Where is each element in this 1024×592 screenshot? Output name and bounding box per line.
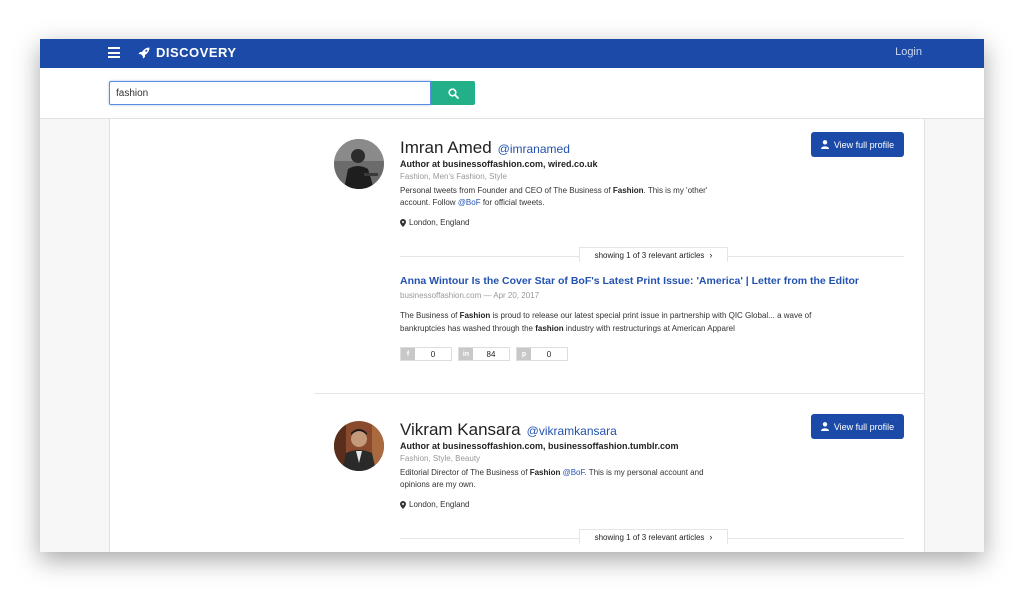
view-full-profile-button[interactable]: View full profile <box>811 414 904 439</box>
search-bar <box>40 68 984 119</box>
author-line: Author at businessoffashion.com, busines… <box>400 441 679 451</box>
filter-sidebar <box>109 119 315 552</box>
facebook-icon: f <box>401 348 415 360</box>
profile-tags: Fashion, Men's Fashion, Style <box>400 172 507 181</box>
article-snippet: The Business of Fashion is proud to rele… <box>400 311 812 333</box>
user-icon <box>820 140 829 149</box>
map-marker-icon <box>400 500 406 509</box>
article-meta: businessoffashion.com — Apr 20, 2017 <box>400 291 540 300</box>
brand-name: DISCOVERY <box>156 45 237 60</box>
profile-handle[interactable]: @imranamed <box>498 142 570 156</box>
bof-mention-link[interactable]: @BoF <box>563 468 585 477</box>
chevron-right-icon: › <box>709 532 713 542</box>
linkedin-icon: in <box>459 348 473 360</box>
profile-bio: Editorial Director of The Business of Fa… <box>400 468 704 489</box>
chevron-right-icon: › <box>709 250 713 260</box>
result-card: Vikram Kansara @vikramkansara Author at b… <box>314 395 925 552</box>
results-list: Imran Amed @imranamed Author at businesso… <box>314 119 925 552</box>
pinterest-share[interactable]: p0 <box>516 347 568 361</box>
profile-name: Imran Amed @imranamed <box>400 138 570 158</box>
search-icon <box>447 87 459 99</box>
result-card: Imran Amed @imranamed Author at businesso… <box>314 119 925 394</box>
profile-tags: Fashion, Style, Beauty <box>400 454 481 463</box>
search-button[interactable] <box>431 81 475 105</box>
facebook-share[interactable]: f0 <box>400 347 452 361</box>
article-title-link[interactable]: Anna Wintour Is the Cover Star of BoF's … <box>400 275 859 287</box>
map-marker-icon <box>400 218 406 227</box>
profile-location: London, England <box>400 500 470 509</box>
search-input[interactable] <box>109 81 431 105</box>
profile-bio: Personal tweets from Founder and CEO of … <box>400 186 708 207</box>
avatar[interactable] <box>334 421 384 471</box>
relevant-articles-toggle[interactable]: showing 1 of 3 relevant articles › <box>579 247 728 262</box>
top-navbar: DISCOVERY Login <box>40 39 984 68</box>
pinterest-icon: p <box>517 348 531 360</box>
user-icon <box>820 422 829 431</box>
brand-logo[interactable]: DISCOVERY <box>138 45 237 60</box>
login-link[interactable]: Login <box>895 46 922 58</box>
profile-location: London, England <box>400 218 470 227</box>
avatar[interactable] <box>334 139 384 189</box>
linkedin-share[interactable]: in 84 <box>458 347 510 361</box>
profile-handle[interactable]: @vikramkansara <box>527 424 617 438</box>
bof-mention-link[interactable]: @BoF <box>458 198 481 207</box>
view-full-profile-button[interactable]: View full profile <box>811 132 904 157</box>
rocket-icon <box>138 47 150 58</box>
author-line: Author at businessoffashion.com, wired.c… <box>400 159 598 169</box>
profile-name: Vikram Kansara @vikramkansara <box>400 420 617 440</box>
relevant-articles-toggle[interactable]: showing 1 of 3 relevant articles › <box>579 529 728 544</box>
profile-name-text: Imran Amed <box>400 138 492 157</box>
app-window: DISCOVERY Login fashion Imran Amed @imra… <box>40 39 984 552</box>
menu-icon[interactable] <box>108 47 120 58</box>
profile-name-text: Vikram Kansara <box>400 420 521 439</box>
